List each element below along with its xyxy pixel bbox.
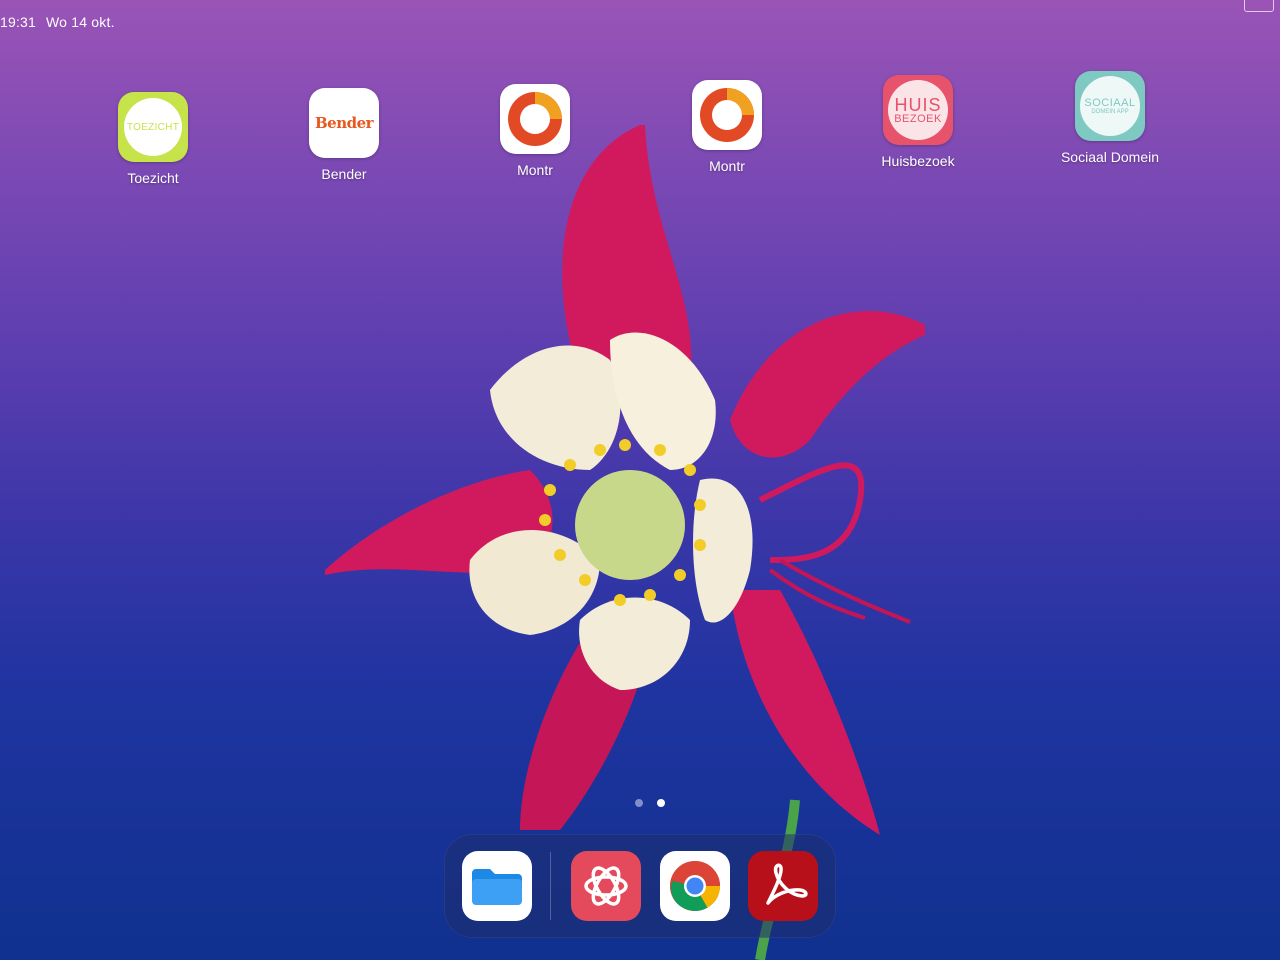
acrobat-icon[interactable] bbox=[748, 851, 818, 921]
app-label: Huisbezoek bbox=[881, 153, 955, 169]
app-montr-2[interactable]: Montr bbox=[667, 80, 787, 174]
app-toezicht[interactable]: TOEZICHT Toezicht bbox=[93, 92, 213, 186]
app-montr-1[interactable]: Montr bbox=[475, 84, 595, 178]
montr-app-icon bbox=[500, 84, 570, 154]
page-dot bbox=[635, 799, 643, 807]
page-indicator[interactable] bbox=[630, 794, 670, 812]
app-label: Sociaal Domein bbox=[1060, 149, 1160, 165]
app-sociaal-domein[interactable]: SOCIAAL DOMEIN APP Sociaal Domein bbox=[1050, 71, 1170, 165]
status-time: 19:31 bbox=[0, 14, 37, 30]
status-bar: 19:31 Wo 14 okt. bbox=[0, 0, 1280, 32]
app-bender[interactable]: Bender Bender bbox=[284, 88, 404, 182]
app-label: Toezicht bbox=[127, 170, 179, 186]
montr-app-icon bbox=[692, 80, 762, 150]
files-icon[interactable] bbox=[462, 851, 532, 921]
app-huisbezoek[interactable]: HUIS BEZOEK Huisbezoek bbox=[858, 75, 978, 169]
battery-icon bbox=[1244, 0, 1274, 12]
bender-app-icon: Bender bbox=[309, 88, 379, 158]
dock-separator bbox=[550, 852, 551, 920]
app-label: Montr bbox=[709, 158, 745, 174]
dock bbox=[444, 834, 836, 938]
app-label: Montr bbox=[517, 162, 553, 178]
openai-icon[interactable] bbox=[571, 851, 641, 921]
huisbezoek-app-icon: HUIS BEZOEK bbox=[883, 75, 953, 145]
chrome-icon[interactable] bbox=[660, 851, 730, 921]
app-label: Bender bbox=[321, 166, 367, 182]
sociaal-domein-app-icon: SOCIAAL DOMEIN APP bbox=[1075, 71, 1145, 141]
page-dot-current bbox=[657, 799, 666, 807]
status-date: Wo 14 okt. bbox=[46, 14, 115, 30]
toezicht-app-icon: TOEZICHT bbox=[118, 92, 188, 162]
